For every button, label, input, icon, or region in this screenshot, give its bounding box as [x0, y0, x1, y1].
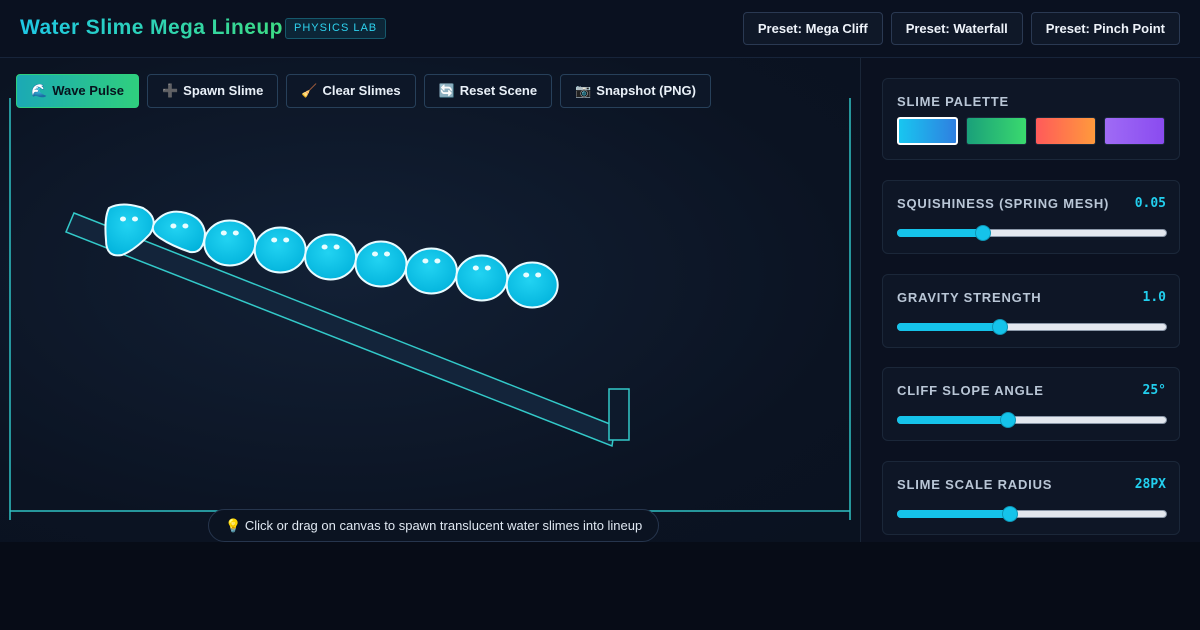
slime-eye	[120, 216, 126, 222]
palette-swatches	[897, 117, 1165, 145]
preset-waterfall-button[interactable]: Preset: Waterfall	[890, 12, 1023, 45]
snapshot-label: Snapshot (PNG)	[596, 83, 696, 98]
radius-value: 28px	[1134, 477, 1166, 492]
squishiness-slider[interactable]	[897, 225, 1167, 241]
swatch-cyan[interactable]	[897, 117, 958, 145]
slime-eye	[472, 265, 479, 271]
water-slime[interactable]	[354, 240, 408, 288]
slime-eye	[321, 244, 328, 250]
gravity-card: Gravity Strength 1.0	[882, 274, 1180, 348]
slime-eye	[333, 244, 340, 250]
slime-body	[203, 219, 257, 267]
swatch-purple[interactable]	[1104, 117, 1165, 145]
water-slime[interactable]	[505, 261, 559, 309]
slope-card: Cliff Slope Angle 25°	[882, 367, 1180, 441]
palette-label: Slime Palette	[897, 94, 1009, 109]
slime-eye	[535, 272, 542, 278]
swatch-green[interactable]	[966, 117, 1027, 145]
water-slime[interactable]	[455, 254, 509, 302]
water-slime[interactable]	[253, 226, 307, 274]
slope-label: Cliff Slope Angle	[897, 383, 1044, 398]
canvas-hint-text: Click or drag on canvas to spawn translu…	[244, 518, 643, 533]
slime-eye	[384, 251, 390, 257]
ramp-stopper	[608, 388, 630, 441]
camera-icon: 📷	[575, 83, 592, 98]
scene-toolbar: 🌊 Wave Pulse ➕ Spawn Slime 🧹 Clear Slime…	[16, 74, 711, 108]
slime-eye	[182, 223, 189, 229]
slider-fill	[897, 416, 1008, 424]
squishiness-card: Squishiness (Spring Mesh) 0.05	[882, 180, 1180, 254]
squishiness-value: 0.05	[1134, 196, 1166, 211]
spawn-slime-label: Spawn Slime	[183, 83, 264, 98]
water-slime[interactable]	[404, 247, 458, 295]
slider-thumb[interactable]	[1000, 412, 1016, 428]
slider-thumb[interactable]	[975, 225, 991, 241]
gravity-slider[interactable]	[897, 319, 1167, 335]
slider-fill	[897, 229, 983, 237]
refresh-icon: 🔄	[438, 83, 455, 98]
slime-body	[505, 261, 559, 309]
slime-eye	[523, 272, 530, 278]
wave-icon: 🌊	[31, 83, 48, 98]
canvas-hint: 💡 Click or drag on canvas to spawn trans…	[208, 509, 660, 542]
slime-eye	[484, 265, 491, 271]
slime-body	[253, 226, 307, 274]
preset-bar: Preset: Mega Cliff Preset: Waterfall Pre…	[742, 12, 1180, 45]
swatch-orange[interactable]	[1035, 117, 1096, 145]
radius-slider[interactable]	[897, 506, 1167, 522]
app-header: Water Slime Mega Lineup PHYSICS LAB Pres…	[0, 0, 1200, 58]
slope-slider[interactable]	[897, 412, 1167, 428]
water-slime[interactable]	[151, 210, 207, 254]
slime-eye	[434, 258, 441, 264]
plus-icon: ➕	[161, 83, 179, 98]
slope-value: 25°	[1142, 383, 1166, 398]
slime-eye	[372, 251, 378, 257]
slime-body	[304, 233, 358, 281]
slider-fill	[897, 510, 1010, 518]
water-slime[interactable]	[304, 233, 358, 281]
wave-pulse-label: Wave Pulse	[52, 83, 124, 98]
slime-body	[151, 210, 207, 254]
slider-fill	[897, 323, 1000, 331]
radius-card: Slime Scale Radius 28px	[882, 461, 1180, 535]
squishiness-label: Squishiness (Spring Mesh)	[897, 196, 1110, 211]
spawn-slime-button[interactable]: ➕ Spawn Slime	[146, 74, 279, 108]
slider-thumb[interactable]	[1002, 506, 1018, 522]
radius-label: Slime Scale Radius	[897, 477, 1053, 492]
slime-eye	[283, 237, 290, 243]
reset-scene-label: Reset Scene	[459, 83, 538, 98]
preset-mega-cliff-button[interactable]: Preset: Mega Cliff	[742, 12, 883, 45]
gravity-label: Gravity Strength	[897, 290, 1042, 305]
preset-pinch-point-button[interactable]: Preset: Pinch Point	[1030, 12, 1180, 45]
app-title: Water Slime Mega Lineup	[20, 16, 283, 39]
broom-icon: 🧹	[301, 83, 318, 98]
slider-thumb[interactable]	[992, 319, 1008, 335]
slime-eye	[170, 223, 177, 229]
water-slime[interactable]	[203, 219, 257, 267]
slime-eye	[132, 216, 138, 222]
physics-lab-badge: PHYSICS LAB	[285, 18, 387, 39]
simulation-stage: 🌊 Wave Pulse ➕ Spawn Slime 🧹 Clear Slime…	[0, 58, 860, 542]
snapshot-button[interactable]: 📷 Snapshot (PNG)	[560, 74, 711, 108]
slime-eye	[220, 230, 227, 236]
wave-pulse-button[interactable]: 🌊 Wave Pulse	[16, 74, 139, 108]
lightbulb-icon: 💡	[225, 518, 242, 533]
slime-body	[354, 240, 408, 288]
slime-body	[455, 254, 509, 302]
clear-slimes-button[interactable]: 🧹 Clear Slimes	[286, 74, 416, 108]
slime-eye	[232, 230, 239, 236]
reset-scene-button[interactable]: 🔄 Reset Scene	[423, 74, 553, 108]
clear-slimes-label: Clear Slimes	[322, 83, 401, 98]
physics-canvas[interactable]	[0, 58, 860, 542]
palette-card: Slime Palette	[882, 78, 1180, 160]
slime-eye	[271, 237, 278, 243]
slime-body	[404, 247, 458, 295]
gravity-value: 1.0	[1142, 290, 1166, 305]
controls-panel: Slime Palette Squishiness (Spring Mesh) …	[860, 58, 1200, 542]
slime-eye	[422, 258, 429, 264]
